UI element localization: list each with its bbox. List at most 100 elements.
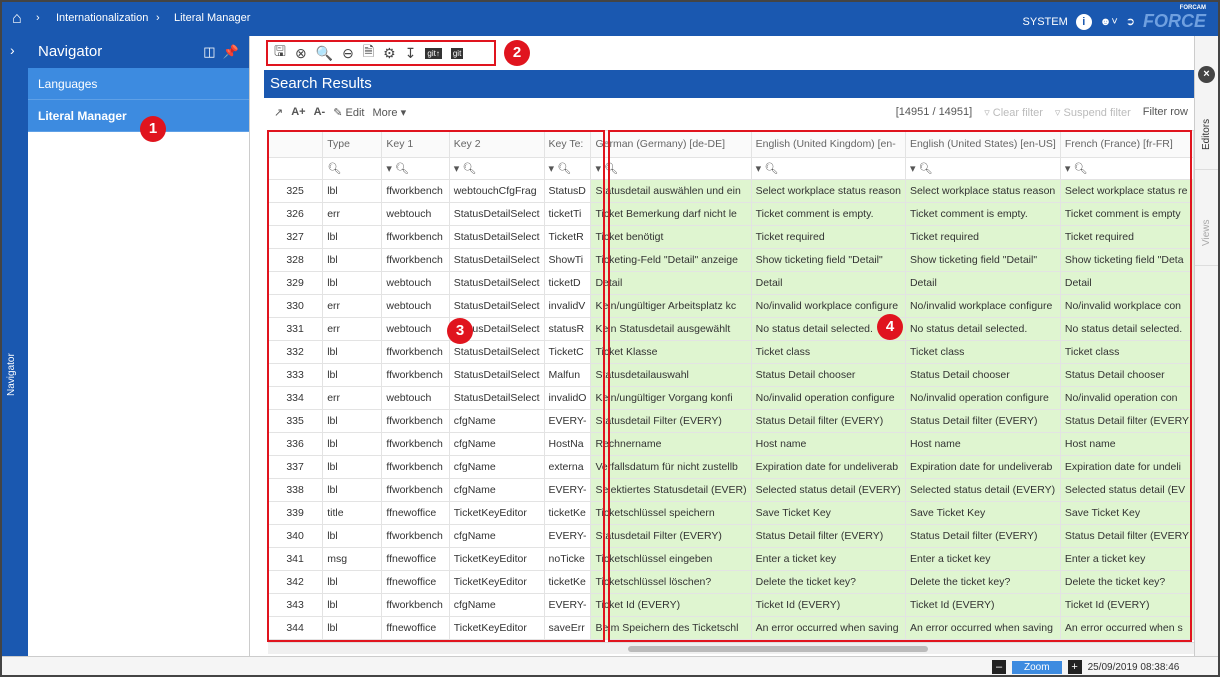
table-cell[interactable]: cfgName: [449, 478, 545, 502]
column-header[interactable]: German (Germany) [de-DE]: [590, 131, 752, 158]
filter-input-type[interactable]: 🔍︎: [322, 157, 383, 180]
table-cell[interactable]: lbl: [322, 225, 383, 249]
table-cell[interactable]: ffnewoffice: [381, 501, 450, 525]
table-cell[interactable]: No/invalid workplace configure: [751, 294, 906, 318]
table-cell[interactable]: StatusDetailSelect: [449, 363, 545, 387]
table-cell[interactable]: TicketKeyEditor: [449, 570, 545, 594]
table-cell[interactable]: EVERY-: [544, 409, 592, 433]
table-cell[interactable]: StatusDetailSelect: [449, 202, 545, 226]
table-cell[interactable]: lbl: [322, 409, 383, 433]
table-row[interactable]: 328 lbl ffworkbench StatusDetailSelect ShowT…: [268, 248, 1194, 272]
table-cell[interactable]: ffnewoffice: [381, 570, 450, 594]
table-cell[interactable]: Ticket Id (EVERY): [1060, 593, 1194, 617]
table-cell[interactable]: Show ticketing field "Deta: [1060, 248, 1194, 272]
table-cell[interactable]: Ticket comment is empty.: [905, 202, 1061, 226]
table-row[interactable]: 337 lbl ffworkbench cfgName externa Verfallsd…: [268, 455, 1194, 479]
table-cell[interactable]: lbl: [322, 363, 383, 387]
table-cell[interactable]: externa: [544, 455, 592, 479]
table-row[interactable]: 334 err webtouch StatusDetailSelect invalidO…: [268, 386, 1194, 410]
nav-item-languages[interactable]: Languages: [28, 68, 249, 100]
table-cell[interactable]: Detail: [905, 271, 1061, 295]
table-cell[interactable]: Delete the ticket key?: [905, 570, 1061, 594]
table-cell[interactable]: err: [322, 386, 383, 410]
table-row[interactable]: 338 lbl ffworkbench cfgName EVERY- Selektiert…: [268, 478, 1194, 502]
table-row[interactable]: 340 lbl ffworkbench cfgName EVERY- Statusdeta…: [268, 524, 1194, 548]
table-cell[interactable]: Selektiertes Statusdetail (EVER): [590, 478, 752, 502]
row-number-cell[interactable]: 338: [268, 478, 324, 502]
row-number-cell[interactable]: 336: [268, 432, 324, 456]
row-number-cell[interactable]: 328: [268, 248, 324, 272]
table-cell[interactable]: cfgName: [449, 455, 545, 479]
filter-input-en-gb[interactable]: ▾ 🔍︎: [751, 157, 906, 180]
table-cell[interactable]: err: [322, 317, 383, 341]
table-cell[interactable]: Host name: [1060, 432, 1194, 456]
font-decrease-icon[interactable]: A-: [314, 106, 326, 119]
table-cell[interactable]: Ticket required: [1060, 225, 1194, 249]
table-cell[interactable]: Enter a ticket key: [1060, 547, 1194, 571]
table-cell[interactable]: statusR: [544, 317, 592, 341]
table-row[interactable]: 341 msg ffnewoffice TicketKeyEditor noTicke T…: [268, 547, 1194, 571]
table-cell[interactable]: Status Detail chooser: [1060, 363, 1194, 387]
navigator-collapsed-strip[interactable]: › Navigator: [2, 36, 28, 656]
table-cell[interactable]: ffnewoffice: [381, 616, 450, 640]
table-cell[interactable]: Detail: [590, 271, 752, 295]
table-cell[interactable]: Enter a ticket key: [905, 547, 1061, 571]
row-number-cell[interactable]: 327: [268, 225, 324, 249]
table-cell[interactable]: Host name: [751, 432, 906, 456]
table-cell[interactable]: Verfallsdatum für nicht zustellb: [590, 455, 752, 479]
column-header[interactable]: Key 1: [381, 131, 450, 158]
table-cell[interactable]: Statusdetail Filter (EVERY): [590, 409, 752, 433]
table-cell[interactable]: ffworkbench: [381, 478, 450, 502]
table-cell[interactable]: cfgName: [449, 409, 545, 433]
table-cell[interactable]: lbl: [322, 524, 383, 548]
table-cell[interactable]: Delete the ticket key?: [1060, 570, 1194, 594]
table-cell[interactable]: Ticket Id (EVERY): [905, 593, 1061, 617]
table-cell[interactable]: TicketR: [544, 225, 592, 249]
table-row[interactable]: 339 title ffnewoffice TicketKeyEditor ticket…: [268, 501, 1194, 525]
more-button[interactable]: More ▾: [372, 106, 406, 119]
edit-button[interactable]: ✎ Edit: [333, 106, 364, 119]
search-icon[interactable]: 🔍: [316, 45, 333, 62]
table-cell[interactable]: ffworkbench: [381, 363, 450, 387]
table-cell[interactable]: Select workplace status reason: [751, 179, 906, 203]
table-cell[interactable]: Save Ticket Key: [1060, 501, 1194, 525]
row-number-cell[interactable]: 331: [268, 317, 324, 341]
open-editor-icon[interactable]: ↗: [274, 106, 283, 119]
table-cell[interactable]: ffworkbench: [381, 455, 450, 479]
info-icon[interactable]: i: [1075, 13, 1092, 30]
breadcrumb-literal-manager[interactable]: Literal Manager: [174, 12, 250, 24]
table-row[interactable]: 344 lbl ffnewoffice TicketKeyEditor saveErr B…: [268, 616, 1194, 640]
table-cell[interactable]: Status Detail chooser: [905, 363, 1061, 387]
table-cell[interactable]: Expiration date for undeli: [1060, 455, 1194, 479]
table-cell[interactable]: Malfun: [544, 363, 592, 387]
row-number-cell[interactable]: 330: [268, 294, 324, 318]
column-header[interactable]: [268, 131, 324, 158]
table-cell[interactable]: Status Detail filter (EVERY): [905, 409, 1061, 433]
clear-filter-button[interactable]: ▿ Clear filter: [984, 106, 1043, 119]
table-cell[interactable]: Statusdetail Filter (EVERY): [590, 524, 752, 548]
table-cell[interactable]: webtouch: [381, 294, 450, 318]
row-number-cell[interactable]: 337: [268, 455, 324, 479]
table-cell[interactable]: Ticket required: [751, 225, 906, 249]
table-cell[interactable]: Save Ticket Key: [905, 501, 1061, 525]
table-cell[interactable]: Save Ticket Key: [751, 501, 906, 525]
layout-icon[interactable]: ◫: [203, 44, 215, 59]
table-cell[interactable]: Expiration date for undeliverab: [751, 455, 906, 479]
table-cell[interactable]: StatusDetailSelect: [449, 225, 545, 249]
settings-icon[interactable]: ⚙: [383, 45, 396, 62]
table-cell[interactable]: No/invalid operation configure: [905, 386, 1061, 410]
table-cell[interactable]: Detail: [1060, 271, 1194, 295]
table-cell[interactable]: Ticketschlüssel speichern: [590, 501, 752, 525]
table-cell[interactable]: webtouch: [381, 271, 450, 295]
table-cell[interactable]: TicketKeyEditor: [449, 501, 545, 525]
table-cell[interactable]: lbl: [322, 179, 383, 203]
table-cell[interactable]: HostNa: [544, 432, 592, 456]
table-cell[interactable]: TicketC: [544, 340, 592, 364]
table-row[interactable]: 342 lbl ffnewoffice TicketKeyEditor ticketKe…: [268, 570, 1194, 594]
row-number-cell[interactable]: 335: [268, 409, 324, 433]
table-cell[interactable]: Ticket class: [905, 340, 1061, 364]
table-cell[interactable]: An error occurred when s: [1060, 616, 1194, 640]
table-cell[interactable]: Status Detail filter (EVERY): [751, 524, 906, 548]
table-cell[interactable]: Show ticketing field "Detail": [751, 248, 906, 272]
zoom-out-icon[interactable]: –: [992, 660, 1006, 674]
